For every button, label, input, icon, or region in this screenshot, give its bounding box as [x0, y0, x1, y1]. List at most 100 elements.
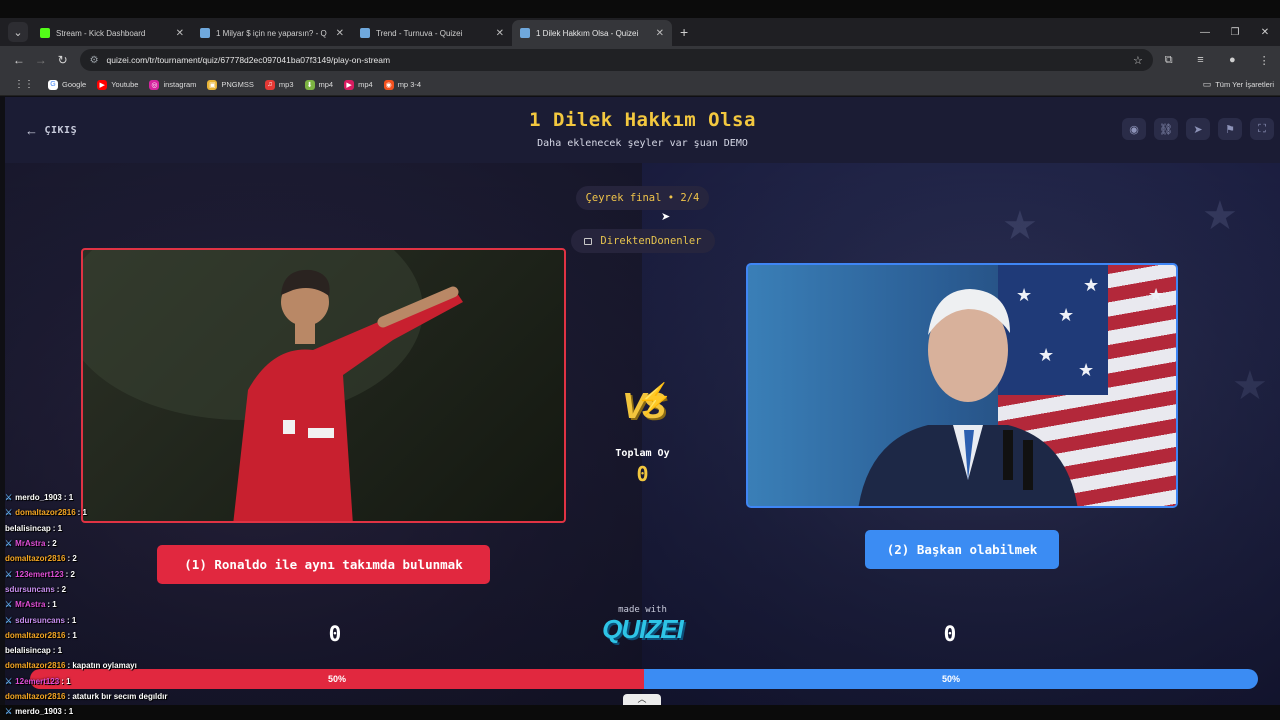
- bookmark-item[interactable]: ▶ mp4: [344, 79, 373, 90]
- bookmark-item[interactable]: ◎ instagram: [149, 79, 197, 90]
- chat-username: domaltazor2816: [15, 508, 76, 518]
- chat-message: ⚔ 12emert123: 1: [5, 674, 195, 689]
- bookmark-icon: ◉: [383, 79, 394, 90]
- sword-badge-icon: ⚔: [5, 539, 13, 549]
- chat-text: : 1: [61, 676, 71, 686]
- tab-close-icon[interactable]: ✕: [336, 28, 344, 39]
- bookmark-label: mp4: [358, 80, 373, 89]
- close-window-icon[interactable]: ✕: [1250, 27, 1280, 38]
- eye-icon[interactable]: ◉: [1122, 118, 1146, 140]
- browser-tab[interactable]: Trend - Turnuva - Quizei ✕: [352, 20, 512, 46]
- chat-username: merdo_1903: [15, 707, 62, 717]
- chat-message: ⚔ merdo_1903: 1: [5, 704, 195, 719]
- chat-text: : 2: [67, 554, 77, 564]
- chat-message: ⚔ 123emert123: 2: [5, 566, 195, 581]
- tab-bar: ⌄ Stream - Kick Dashboard ✕ 1 Milyar $ içi…: [0, 18, 1280, 46]
- bookmark-item[interactable]: ▶ Youtube: [97, 79, 139, 90]
- restore-icon[interactable]: ❐: [1220, 27, 1250, 38]
- folder-icon: ▭: [1202, 79, 1212, 89]
- bookmark-icon: ▶: [97, 79, 108, 90]
- right-percent-label: 50%: [941, 674, 960, 684]
- left-percent-label: 50%: [327, 674, 346, 684]
- chat-username: sdursuncans: [5, 584, 55, 594]
- profile-avatar[interactable]: ●: [1216, 54, 1248, 66]
- bookmark-label: mp4: [318, 80, 334, 89]
- chat-message: ⚔ MrAstra: 1: [5, 597, 195, 612]
- streamer-badge: DirektenDonenler: [571, 229, 715, 253]
- window-controls: — ❐ ✕: [1190, 18, 1280, 46]
- chevron-up-icon[interactable]: ︿: [623, 694, 661, 705]
- tab-favicon-icon: [360, 28, 370, 38]
- option-right-button[interactable]: (2) Başkan olabilmek: [865, 530, 1059, 569]
- chat-text: : 2: [65, 569, 75, 579]
- tab-title: Trend - Turnuva - Quizei: [376, 28, 463, 38]
- bookmark-icon: ◎: [149, 79, 160, 90]
- address-bar[interactable]: ⚙ quizei.com/tr/tournament/quiz/67778d2e…: [79, 49, 1153, 71]
- tab-list: Stream - Kick Dashboard ✕ 1 Milyar $ için …: [32, 20, 672, 46]
- chat-text: : 1: [77, 508, 87, 518]
- chat-text: : 2: [47, 539, 57, 549]
- tab-search-button[interactable]: ⌄: [8, 22, 28, 42]
- chat-message: domaltazor2816: 1: [5, 628, 195, 643]
- tab-close-icon[interactable]: ✕: [656, 28, 664, 39]
- bookmark-item[interactable]: ⬇ mp4: [304, 79, 334, 90]
- right-score: 0: [943, 622, 957, 646]
- extensions-icon[interactable]: ⧉: [1153, 54, 1185, 67]
- send-icon[interactable]: ➤: [1186, 118, 1210, 140]
- chat-username: belalisincap: [5, 646, 51, 656]
- bookmark-item[interactable]: ◉ mp 3-4: [383, 79, 421, 90]
- screen-icon: [584, 237, 593, 245]
- quiz-app: ★ ★ ★ ★ ← ÇIKIŞ 1 Dilek Hakkım Olsa Daha…: [5, 97, 1280, 705]
- bookmark-label: Google: [62, 80, 87, 89]
- bookmark-star-icon[interactable]: ☆: [1133, 54, 1143, 67]
- chat-username: domaltazor2816: [5, 692, 66, 701]
- media-controls-icon[interactable]: ≡: [1185, 54, 1217, 66]
- bookmarks-bar: ⋮⋮ G Google ▶ Youtube ◎ instagram ▣ PNGMSS ♫ mp3 ⬇…: [0, 74, 1280, 96]
- option-image-right[interactable]: ★ ★ ★ ★ ★ ★: [746, 263, 1178, 508]
- left-score: 0: [328, 622, 342, 646]
- browser-tab[interactable]: 1 Dilek Hakkım Olsa - Quizei ✕: [512, 20, 672, 46]
- sword-badge-icon: ⚔: [5, 508, 13, 518]
- bookmark-label: PNGMSS: [221, 80, 254, 89]
- site-info-icon[interactable]: ⚙: [90, 55, 99, 66]
- flag-icon[interactable]: ⚑: [1218, 118, 1242, 140]
- chat-text: : kapatın oylamayı: [67, 661, 137, 671]
- option-left-button[interactable]: (1) Ronaldo ile aynı takımda bulunmak: [157, 545, 490, 584]
- streamer-name: DirektenDonenler: [600, 235, 702, 247]
- tab-close-icon[interactable]: ✕: [496, 28, 504, 39]
- chat-text: : 1: [67, 630, 77, 640]
- chat-message: ⚔ MrAstra: 2: [5, 536, 195, 551]
- forward-icon[interactable]: →: [30, 53, 52, 67]
- apps-icon[interactable]: ⋮⋮: [14, 79, 34, 90]
- back-icon[interactable]: ←: [8, 53, 30, 67]
- minimize-icon[interactable]: —: [1190, 27, 1220, 38]
- tab-title: 1 Milyar $ için ne yaparsın? - Q: [216, 28, 327, 38]
- option-image-left[interactable]: [81, 248, 566, 523]
- reload-icon[interactable]: ↻: [52, 53, 74, 67]
- browser-tab[interactable]: Stream - Kick Dashboard ✕: [32, 20, 192, 46]
- fullscreen-icon[interactable]: ⛶: [1250, 118, 1274, 140]
- bookmark-item[interactable]: ♫ mp3: [264, 79, 294, 90]
- new-tab-button[interactable]: +: [680, 24, 688, 40]
- bookmark-label: mp3: [278, 80, 294, 89]
- chat-username: 12emert123: [15, 676, 60, 686]
- chat-message: belalisincap: 1: [5, 643, 195, 658]
- link-icon[interactable]: ⛓: [1154, 118, 1178, 140]
- bookmark-label: Youtube: [111, 80, 139, 89]
- tab-title: Stream - Kick Dashboard: [56, 28, 146, 38]
- sword-badge-icon: ⚔: [5, 569, 13, 579]
- chat-username: domaltazor2816: [5, 630, 66, 640]
- bookmark-item[interactable]: G Google: [48, 79, 87, 90]
- player-photo: [83, 250, 463, 521]
- bookmark-label: instagram: [163, 80, 197, 89]
- all-bookmarks[interactable]: ▭ Tüm Yer İşaretleri: [1203, 79, 1274, 90]
- quizei-logo[interactable]: QUIZEI: [565, 614, 720, 645]
- bookmark-item[interactable]: ▣ PNGMSS: [207, 79, 254, 90]
- quiz-header: ← ÇIKIŞ 1 Dilek Hakkım Olsa Daha eklenec…: [5, 97, 1280, 163]
- vs-emblem: VS ⚡: [608, 380, 676, 432]
- chat-message: domaltazor2816: ataturk bır secım degıld…: [5, 689, 195, 704]
- tab-close-icon[interactable]: ✕: [176, 28, 184, 39]
- browser-tab[interactable]: 1 Milyar $ için ne yaparsın? - Q ✕: [192, 20, 352, 46]
- chat-message: ⚔ sdursuncans: 1: [5, 612, 195, 627]
- menu-icon[interactable]: ⋮: [1248, 54, 1280, 67]
